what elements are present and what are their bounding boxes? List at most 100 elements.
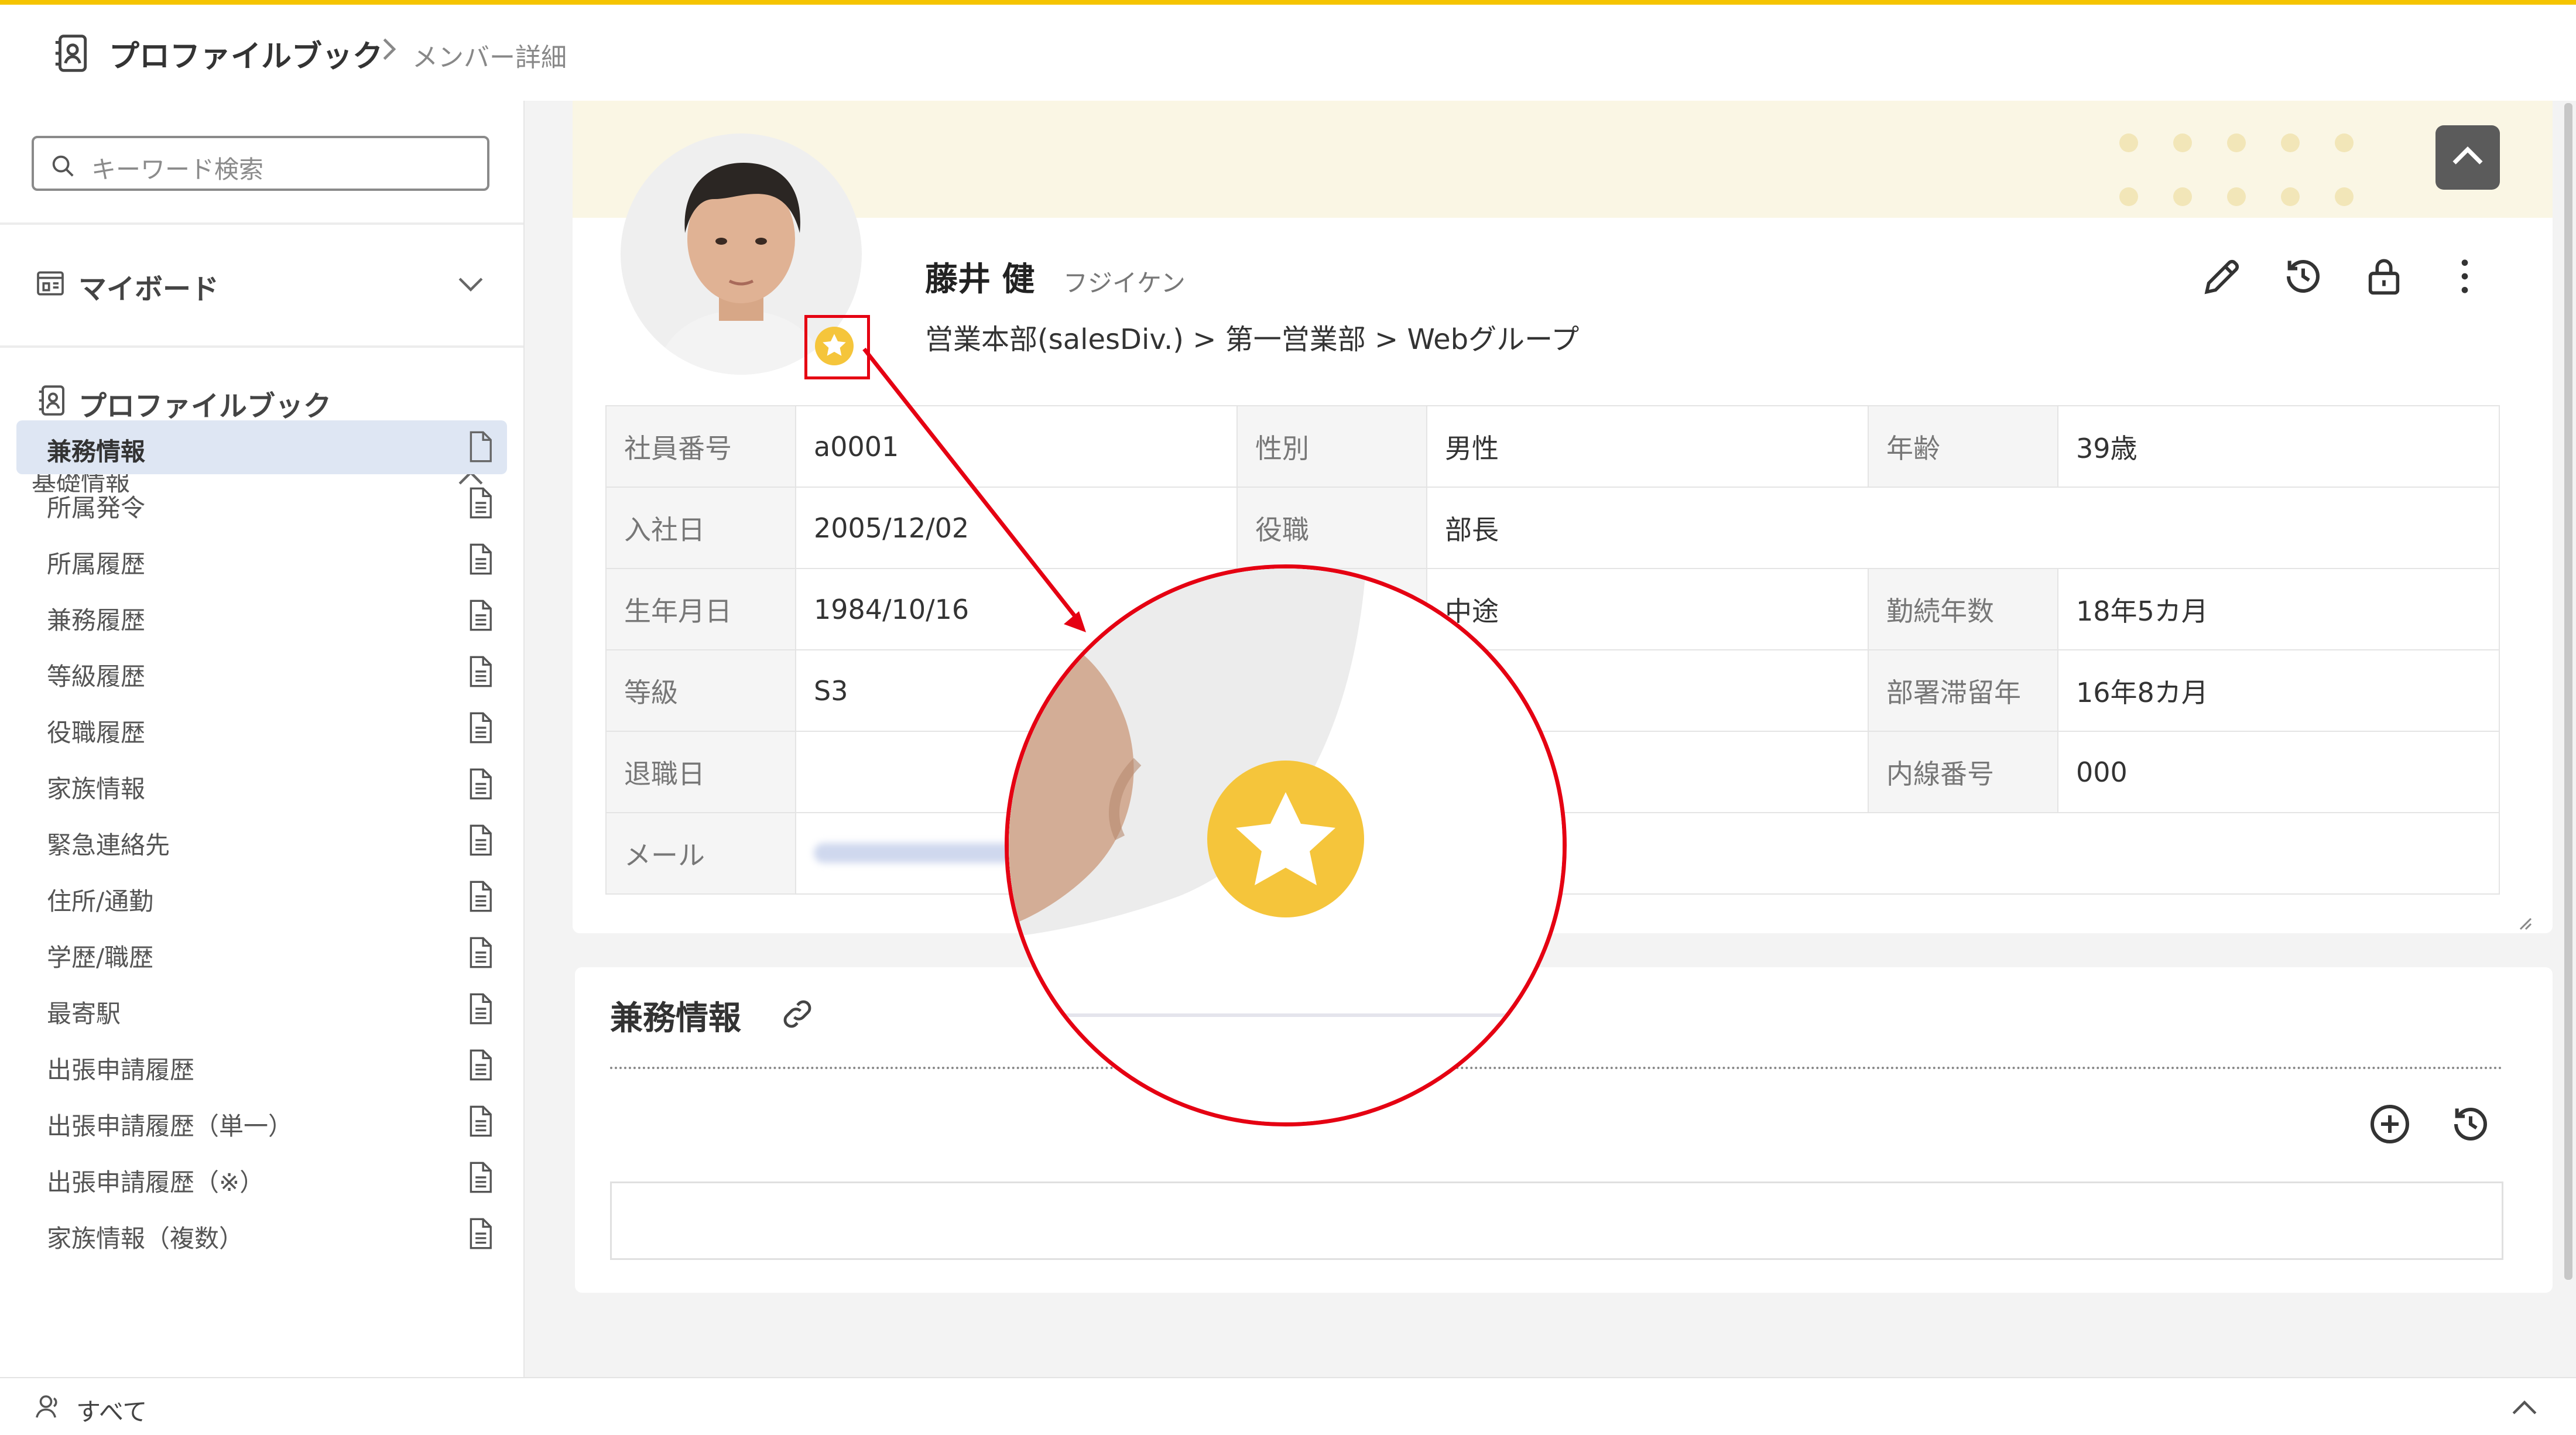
table-row: 等級 S3 部署滞留年 16年8カ月: [605, 649, 2500, 732]
sidebar-item[interactable]: 役職履歴: [16, 701, 507, 755]
sidebar-item-label: 所属履歴: [47, 550, 146, 578]
extension-label: 内線番号: [1868, 731, 2058, 813]
more-icon[interactable]: [2441, 253, 2488, 300]
scrollbar-thumb[interactable]: [2564, 103, 2572, 1280]
document-icon: [465, 992, 495, 1026]
document-icon: [465, 1160, 495, 1194]
chevron-right-icon: [378, 37, 398, 61]
position-value: 部長: [1426, 487, 2500, 569]
sidebar-item[interactable]: 出張申請履歴（単一）: [16, 1095, 507, 1149]
gender-value: 男性: [1426, 405, 1869, 488]
tenure-value: 18年5カ月: [2057, 568, 2500, 650]
gender-label: 性別: [1236, 405, 1427, 488]
collapse-button[interactable]: [2435, 125, 2500, 190]
sidebar: キーワード検索 マイボード プロファイルブック 基礎情報 兼務情報 所属発令 所属履…: [0, 101, 525, 1377]
sidebar-item-label: 家族情報（複数）: [47, 1224, 244, 1253]
dept-stay-label: 部署滞留年: [1868, 649, 2058, 732]
chevron-up-icon[interactable]: [2512, 1398, 2537, 1416]
top-bar: プロファイルブック メンバー詳細: [0, 0, 2576, 101]
sidebar-item-label: 兼務履歴: [47, 606, 146, 635]
birth-date-label: 生年月日: [605, 568, 796, 650]
sidebar-item-label: 兼務情報: [47, 437, 146, 466]
divider: [0, 345, 523, 348]
sidebar-item[interactable]: 学歴/職歴: [16, 926, 507, 980]
divider: [0, 222, 523, 225]
hire-type-value: 中途: [1426, 568, 1869, 650]
profile-book-icon: [34, 383, 69, 418]
section-divider: [610, 1067, 2503, 1069]
sidebar-item[interactable]: 出張申請履歴: [16, 1039, 507, 1092]
section-title: 兼務情報: [610, 999, 741, 1037]
sidebar-item[interactable]: 家族情報（複数）: [16, 1207, 507, 1261]
mail-label: メール: [605, 812, 796, 895]
document-icon: [465, 542, 495, 576]
position-label: 役職: [1236, 487, 1427, 569]
sidebar-item[interactable]: 等級履歴: [16, 645, 507, 699]
document-icon: [465, 655, 495, 689]
sidebar-item[interactable]: 住所/通勤: [16, 870, 507, 924]
sidebar-item[interactable]: 所属履歴: [16, 533, 507, 587]
profile-book-icon: [49, 32, 93, 75]
breadcrumb-current: メンバー詳細: [412, 43, 567, 73]
lock-icon[interactable]: [2361, 253, 2407, 300]
profile-banner: [573, 101, 2553, 218]
sidebar-item[interactable]: 家族情報: [16, 758, 507, 811]
sidebar-item-label: 出張申請履歴（※）: [47, 1168, 265, 1197]
join-date-label: 入社日: [605, 487, 796, 569]
sidebar-item-label: 等級履歴: [47, 662, 146, 691]
extension-value: 000: [2057, 731, 2500, 813]
retire-date-label: 退職日: [605, 731, 796, 813]
sidebar-item-label: 住所/通勤: [47, 887, 154, 916]
document-icon: [465, 430, 495, 464]
sidebar-item-label: 役職履歴: [47, 718, 146, 747]
sidebar-item-label: 出張申請履歴: [47, 1056, 195, 1084]
sidebar-item[interactable]: 最寄駅: [16, 982, 507, 1036]
dept-stay-value: 16年8カ月: [2057, 649, 2500, 732]
add-icon[interactable]: [2366, 1101, 2413, 1148]
resize-handle-icon[interactable]: [2515, 913, 2533, 931]
myboard-label: マイボード: [78, 273, 220, 306]
myboard-section[interactable]: マイボード: [0, 234, 523, 334]
sidebar-item-label: 家族情報: [47, 775, 146, 803]
member-name-kana: フジイケン: [1063, 269, 1186, 297]
search-icon: [49, 152, 76, 179]
tenure-label: 勤続年数: [1868, 568, 2058, 650]
bottom-bar: すべて: [0, 1377, 2576, 1435]
document-icon: [465, 711, 495, 745]
grade-label: 等級: [605, 649, 796, 732]
link-icon[interactable]: [779, 995, 816, 1033]
search-input[interactable]: キーワード検索: [32, 136, 489, 191]
document-icon: [465, 486, 495, 520]
profilebook-label[interactable]: プロファイルブック: [78, 383, 331, 424]
sidebar-item-label: 学歴/職歴: [47, 943, 154, 972]
sidebar-item-label: 所属発令: [47, 494, 146, 522]
board-icon: [34, 267, 67, 300]
sidebar-item[interactable]: 所属発令: [16, 477, 507, 530]
employee-no-label: 社員番号: [605, 405, 796, 488]
document-icon: [465, 823, 495, 857]
document-icon: [465, 767, 495, 801]
sidebar-item[interactable]: 出張申請履歴（※）: [16, 1151, 507, 1205]
chevron-down-icon: [458, 276, 484, 294]
sidebar-item[interactable]: 兼務情報: [16, 420, 507, 474]
all-filter-label[interactable]: すべて: [76, 1392, 147, 1428]
document-icon: [465, 879, 495, 913]
app-title[interactable]: プロファイルブック: [109, 32, 383, 76]
sidebar-item[interactable]: 兼務履歴: [16, 589, 507, 643]
search-placeholder: キーワード検索: [91, 155, 264, 184]
document-icon: [465, 598, 495, 632]
document-icon: [465, 1048, 495, 1082]
history-icon[interactable]: [2447, 1101, 2494, 1148]
member-name: 藤井 健: [925, 261, 1035, 299]
sidebar-item[interactable]: 緊急連絡先: [16, 814, 507, 868]
sidebar-item-label: 最寄駅: [47, 999, 121, 1028]
sidebar-item-label: 緊急連絡先: [47, 831, 170, 859]
age-value: 39歳: [2057, 405, 2500, 488]
document-icon: [465, 936, 495, 970]
concurrent-post-list: [610, 1181, 2503, 1260]
edit-icon[interactable]: [2199, 253, 2246, 300]
document-icon: [465, 1104, 495, 1138]
callout-arrow: [861, 345, 1107, 656]
history-icon[interactable]: [2280, 253, 2327, 300]
sidebar-item-label: 出張申請履歴（単一）: [47, 1112, 293, 1141]
